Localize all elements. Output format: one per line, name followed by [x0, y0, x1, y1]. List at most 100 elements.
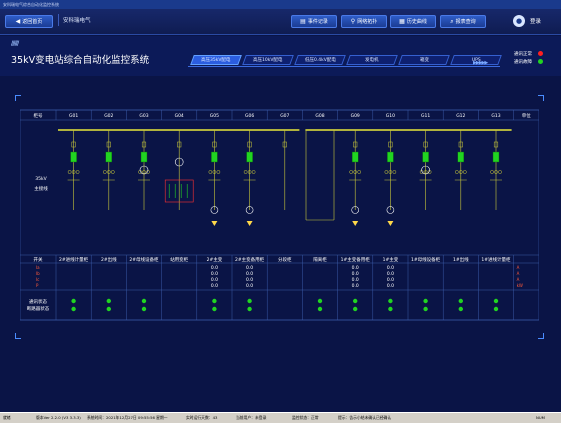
measure-value: 0.0 [352, 277, 359, 283]
breaker-closed-symbol [140, 151, 148, 163]
header-stripes: ////// [11, 40, 19, 47]
status-run-days: 实时运行天数：43 [186, 415, 218, 420]
breaker-status-light [353, 306, 358, 312]
load-arrow-symbol [211, 221, 218, 226]
comm-status-light [423, 298, 428, 304]
tab-label: 低压0.4kV配电 [304, 58, 336, 63]
comm-status-light [141, 298, 147, 304]
cabinet-name: 隔离柜 [313, 256, 327, 263]
breaker-status-row-label: 断路器状态 [27, 305, 50, 312]
cabinet-id: G03 [139, 113, 148, 119]
tab-label: 箱变 [419, 58, 429, 63]
breaker-status-light [388, 306, 393, 312]
measure-label: Ic [36, 277, 39, 282]
table-frame [19, 109, 540, 321]
status-hint: 提示：告示小结未确认已经确认 [338, 415, 392, 420]
window-title: 安科瑞电气综合自动化监控系统 [3, 2, 59, 7]
cabinet-name: 站用变柜 [170, 256, 188, 263]
report-query-label: 报表查询 [455, 19, 476, 25]
comm-status-light [493, 298, 499, 304]
search-icon: ⌕ [450, 17, 454, 25]
header-arrows: ▶▶▶▶▶ [473, 60, 488, 66]
tab-label: 高压35kV配电 [201, 58, 231, 63]
tab-10kv[interactable]: 高压10kV配电 [242, 55, 294, 65]
comm-status-light [353, 298, 358, 304]
bus-name-label: 主接线 [34, 185, 48, 192]
breaker-status-light [141, 306, 147, 312]
breaker-closed-symbol [70, 151, 77, 163]
ct-symbol [384, 170, 389, 174]
report-query-button[interactable]: ⌕ 报表查询 [440, 15, 486, 28]
cabinet-name: 分段柜 [278, 256, 292, 263]
comm-status-light [317, 298, 323, 304]
status-current-user: 当前用户：未登录 [236, 415, 267, 420]
ct-symbol [102, 170, 107, 174]
measure-value: 0.0 [211, 265, 218, 271]
cabinet-id: G01 [69, 113, 78, 119]
panel-corner [15, 95, 21, 101]
cabinet-name: 2#主变 [207, 256, 223, 263]
tab-label: 发电机 [365, 58, 379, 63]
window-titlebar: 安科瑞电气综合自动化监控系统 [0, 0, 561, 9]
load-arrow-symbol [352, 221, 359, 226]
cabinet-name: 2#出线 [101, 256, 117, 263]
cabinet-name: 1#母线设备柜 [411, 256, 441, 263]
ct-symbol [110, 170, 115, 174]
ct-symbol [67, 170, 72, 174]
cabinet-id: G07 [280, 113, 289, 119]
tab-35kv[interactable]: 高压35kV配电 [190, 55, 242, 65]
comm-status-light [458, 298, 463, 304]
breaker-closed-symbol [246, 151, 253, 163]
unit-label: A [517, 265, 520, 270]
ct-symbol [216, 170, 221, 174]
comm-status-light [106, 298, 112, 304]
history-curve-label: 历史曲线 [406, 19, 427, 25]
measure-value: 0.0 [246, 283, 253, 289]
network-topology-button[interactable]: ⚲ 网络拓扑 [341, 15, 387, 28]
tab-box-transformer[interactable]: 箱变 [398, 55, 450, 65]
comm-status-light [71, 298, 76, 304]
measure-label: Ib [36, 271, 40, 276]
cabinet-id: G02 [104, 113, 113, 119]
panel-corner [538, 95, 544, 101]
cabinet-name: 2#进线计量柜 [59, 256, 89, 263]
event-log-button[interactable]: ▤ 事件记录 [291, 15, 337, 28]
page-title: 35kV变电站综合自动化监控系统 [11, 55, 150, 66]
cabinet-name: 2#主变备用柜 [235, 256, 265, 263]
ct-symbol [454, 170, 459, 174]
single-line-diagram: 柜号 单位开关通讯状态断路器状态35kV主接线IaIbIcPAAAkWG012#进… [19, 109, 540, 321]
tab-label: 高压10kV配电 [253, 58, 283, 63]
cabinet-id: G10 [386, 113, 395, 119]
user-avatar-icon[interactable]: ● [513, 15, 525, 27]
ct-symbol [498, 170, 502, 174]
cabinet-id: G04 [175, 113, 184, 119]
ct-symbol [208, 170, 213, 174]
status-version: 版本Ver 2.2.0 (V3 3.3.3) [36, 415, 81, 420]
unit-label: A [517, 271, 520, 276]
history-curve-button[interactable]: ▦ 历史曲线 [390, 15, 436, 28]
breaker-status-light [106, 306, 112, 312]
tab-04kv[interactable]: 低压0.4kV配电 [294, 55, 346, 65]
measure-value: 0.0 [211, 283, 218, 289]
unit-label: A [517, 277, 520, 282]
measure-value: 0.0 [246, 277, 253, 283]
ct-symbol [243, 170, 248, 174]
measure-value: 0.0 [211, 277, 218, 283]
network-icon: ⚲ [350, 17, 356, 25]
network-topology-label: 网络拓扑 [357, 19, 378, 25]
home-button[interactable]: ◀ 返回首页 [5, 15, 53, 28]
breaker-closed-symbol [211, 151, 218, 163]
cabinet-id: G05 [210, 113, 219, 119]
cabinet-id: G12 [456, 113, 465, 119]
login-link[interactable]: 登录 [530, 17, 541, 25]
cabinet-name: 1#主变 [383, 256, 399, 263]
ct-symbol [75, 170, 80, 174]
measure-label: Ia [36, 265, 40, 270]
event-log-icon: ▤ [300, 17, 306, 25]
tab-generator[interactable]: 发电机 [346, 55, 398, 65]
status-num: NUM [536, 415, 545, 420]
measure-value: 0.0 [352, 271, 359, 277]
breaker-status-light [71, 306, 76, 312]
ct-symbol [251, 170, 256, 174]
load-arrow-symbol [246, 221, 253, 226]
